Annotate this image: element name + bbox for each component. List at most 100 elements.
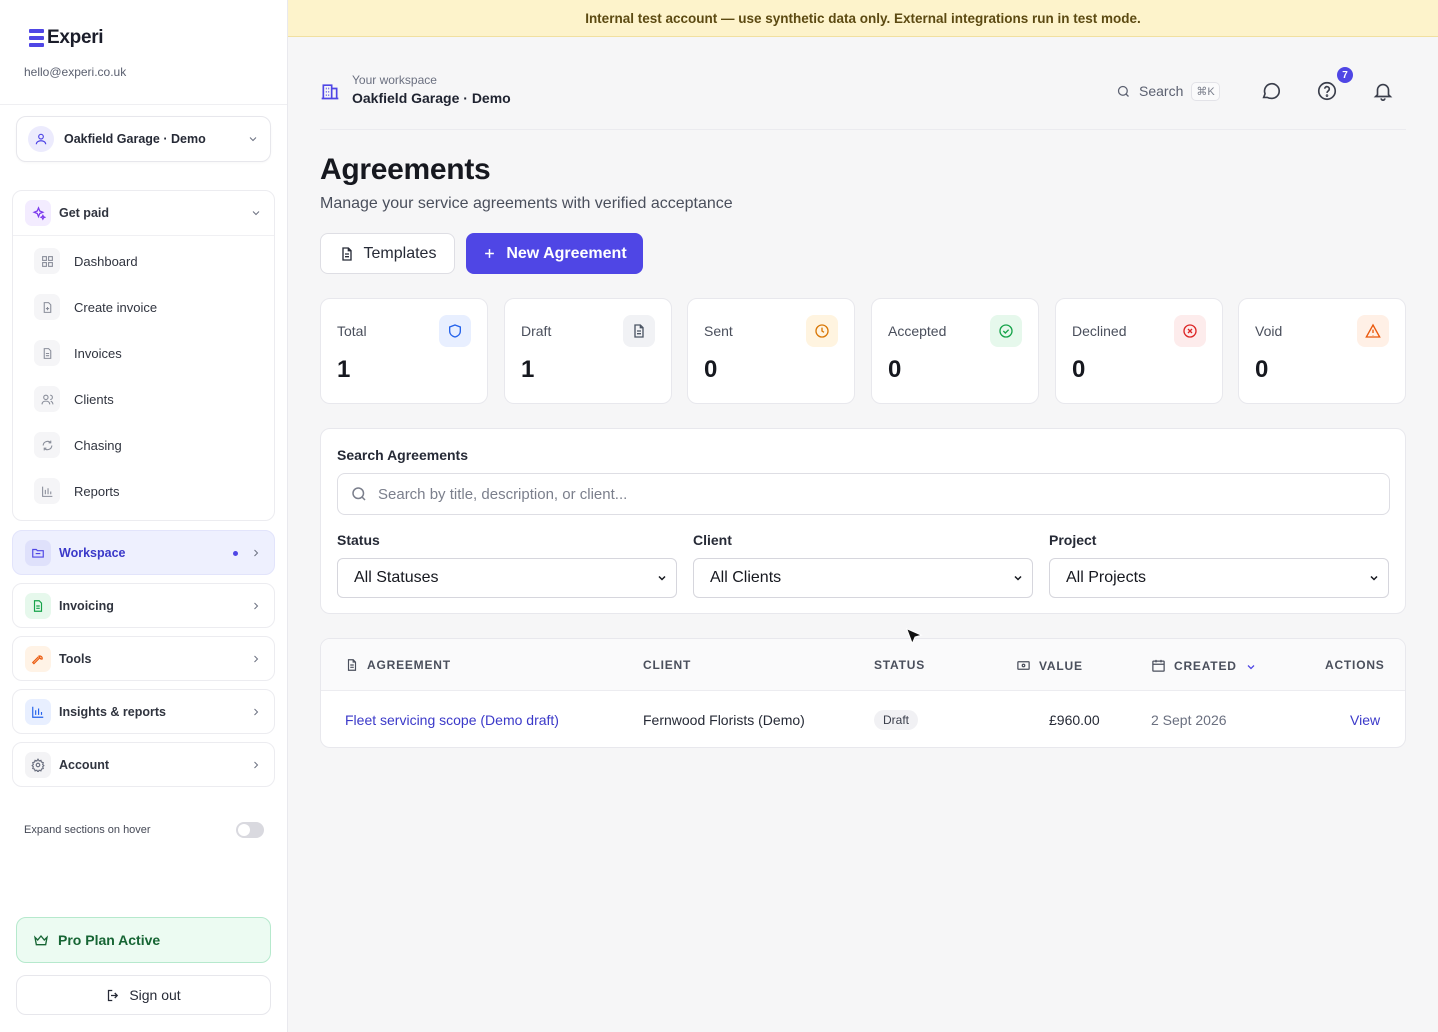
refresh-icon xyxy=(34,432,60,458)
stat-card-void[interactable]: Void 0 xyxy=(1238,298,1406,404)
sidebar-item-dashboard[interactable]: Dashboard xyxy=(13,238,274,284)
view-agreement-link[interactable]: View xyxy=(1350,712,1380,728)
stat-value: 0 xyxy=(888,356,902,383)
agreement-title-link[interactable]: Fleet servicing scope (Demo draft) xyxy=(345,712,559,728)
sidebar-item-label: Chasing xyxy=(74,437,122,453)
chevron-right-icon xyxy=(254,549,259,557)
column-label: CLIENT xyxy=(643,658,692,672)
chevron-down-icon xyxy=(1014,575,1022,581)
sidebar-item-label: Reports xyxy=(74,483,120,499)
plus-icon xyxy=(485,249,495,258)
column-label: AGREEMENT xyxy=(367,658,451,672)
mouse-cursor-icon xyxy=(905,627,923,645)
sidebar-item-reports[interactable]: Reports xyxy=(13,468,274,514)
sidebar-item-chasing[interactable]: Chasing xyxy=(13,422,274,468)
chevron-down-icon xyxy=(658,575,666,581)
templates-button[interactable]: Templates xyxy=(320,233,455,274)
help-icon[interactable] xyxy=(1316,80,1338,102)
stat-card-sent[interactable]: Sent 0 xyxy=(687,298,855,404)
expand-on-hover-toggle[interactable] xyxy=(236,822,264,838)
stat-label: Total xyxy=(337,323,367,339)
project-filter-select[interactable]: All Projects xyxy=(1049,558,1389,598)
file-text-icon xyxy=(34,340,60,366)
user-icon xyxy=(28,126,54,152)
agreement-value: £960.00 xyxy=(1049,712,1100,728)
sidebar-item-clients[interactable]: Clients xyxy=(13,376,274,422)
search-placeholder: Search by title, description, or client.… xyxy=(378,485,628,503)
workspace-name: Oakfield Garage · Demo xyxy=(352,90,511,106)
table-header: AGREEMENT CLIENT STATUS VALUE CREATED AC… xyxy=(321,639,1405,691)
global-search-button[interactable]: Search ⌘K xyxy=(1104,72,1234,110)
test-mode-banner: Internal test account — use synthetic da… xyxy=(288,0,1438,37)
logo-icon xyxy=(29,29,44,47)
sidebar-section-tools[interactable]: Tools xyxy=(12,636,275,681)
brand-logo[interactable]: Experi xyxy=(29,27,104,49)
expand-on-hover-row: Expand sections on hover xyxy=(24,822,264,838)
pro-plan-badge[interactable]: Pro Plan Active xyxy=(16,917,271,963)
sidebar-item-create-invoice[interactable]: Create invoice xyxy=(13,284,274,330)
folder-icon xyxy=(25,540,51,566)
stat-card-accepted[interactable]: Accepted 0 xyxy=(871,298,1039,404)
stat-label: Draft xyxy=(521,323,552,339)
chevron-right-icon xyxy=(254,708,259,716)
sidebar-section-insights[interactable]: Insights & reports xyxy=(12,689,275,734)
chat-icon[interactable] xyxy=(1260,80,1282,102)
column-label: ACTIONS xyxy=(1325,658,1385,672)
agreements-table: AGREEMENT CLIENT STATUS VALUE CREATED AC… xyxy=(320,638,1406,748)
bell-icon[interactable] xyxy=(1372,80,1394,102)
status-filter-label: Status xyxy=(337,532,380,548)
shield-icon xyxy=(439,315,471,347)
get-paid-group: Get paid Dashboard Create invoice Invoic… xyxy=(12,190,275,521)
client-name: Fernwood Florists (Demo) xyxy=(643,712,805,728)
pro-plan-label: Pro Plan Active xyxy=(58,932,161,948)
sidebar-section-label: Invoicing xyxy=(59,599,114,613)
stat-value: 0 xyxy=(704,356,718,383)
client-filter-value: All Clients xyxy=(710,569,782,586)
sidebar-section-workspace[interactable]: Workspace xyxy=(12,530,275,575)
search-agreements-input[interactable]: Search by title, description, or client.… xyxy=(337,473,1390,515)
get-paid-header[interactable]: Get paid xyxy=(13,191,274,235)
column-value[interactable]: VALUE xyxy=(1016,658,1083,673)
sidebar-section-invoicing[interactable]: Invoicing xyxy=(12,583,275,628)
sidebar-section-account[interactable]: Account xyxy=(12,742,275,787)
stat-value: 0 xyxy=(1072,356,1086,383)
column-client[interactable]: CLIENT xyxy=(643,658,691,672)
sidebar-item-invoices[interactable]: Invoices xyxy=(13,330,274,376)
project-filter-label: Project xyxy=(1049,532,1097,548)
sign-out-button[interactable]: Sign out xyxy=(16,975,271,1015)
column-agreement[interactable]: AGREEMENT xyxy=(345,658,451,672)
column-actions: ACTIONS xyxy=(1325,658,1385,672)
status-filter-select[interactable]: All Statuses xyxy=(337,558,677,598)
chevron-down-icon xyxy=(252,211,260,216)
stat-card-draft[interactable]: Draft 1 xyxy=(504,298,672,404)
help-badge: 7 xyxy=(1337,67,1353,83)
wrench-icon xyxy=(25,646,51,672)
client-filter-select[interactable]: All Clients xyxy=(693,558,1033,598)
grid-icon xyxy=(34,248,60,274)
logout-icon xyxy=(108,989,119,1001)
sidebar: Experi hello@experi.co.uk Oakfield Garag… xyxy=(0,0,288,1032)
building-icon xyxy=(321,84,339,100)
stat-value: 1 xyxy=(337,356,351,383)
stat-label: Void xyxy=(1255,323,1283,339)
column-label: STATUS xyxy=(874,658,926,672)
crown-icon xyxy=(33,934,49,946)
project-filter-value: All Projects xyxy=(1066,569,1147,586)
sort-desc-icon[interactable] xyxy=(1245,660,1257,672)
users-icon xyxy=(34,386,60,412)
get-paid-label: Get paid xyxy=(59,206,110,220)
calendar-icon xyxy=(1152,659,1165,672)
brand-name: Experi xyxy=(47,27,104,48)
sparkles-icon xyxy=(25,200,51,226)
column-created[interactable]: CREATED xyxy=(1151,658,1257,673)
workspace-selector[interactable]: Oakfield Garage · Demo xyxy=(16,116,271,162)
sidebar-section-label: Workspace xyxy=(59,546,126,560)
sidebar-item-label: Create invoice xyxy=(74,299,158,315)
search-label: Search xyxy=(1139,83,1184,99)
column-status[interactable]: STATUS xyxy=(874,658,925,672)
stat-card-total[interactable]: Total 1 xyxy=(320,298,488,404)
new-agreement-button[interactable]: New Agreement xyxy=(466,233,643,274)
stat-label: Accepted xyxy=(888,323,947,339)
stat-card-declined[interactable]: Declined 0 xyxy=(1055,298,1223,404)
warning-icon xyxy=(1357,315,1389,347)
